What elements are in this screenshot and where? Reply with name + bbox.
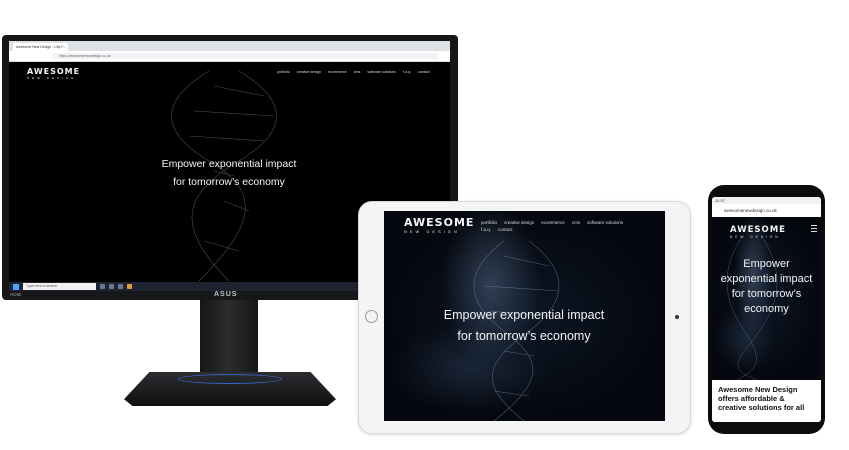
logo-subtitle: NEW DESIGN: [27, 76, 77, 80]
nav-item-portfolio[interactable]: portfolio: [481, 220, 497, 225]
edge-icon[interactable]: [109, 284, 114, 289]
site-logo[interactable]: AWESOME NEW DESIGN: [730, 225, 786, 239]
tablet-home-button[interactable]: [365, 310, 378, 323]
hero-headline: Empower exponential impact for tomorrow’…: [720, 258, 813, 315]
site-logo[interactable]: AWESOME NEW DESIGN: [27, 67, 80, 80]
monitor-base-light: [178, 374, 282, 384]
hero-line-1: Empower exponential impact: [161, 158, 297, 170]
windows-start-icon[interactable]: [13, 283, 19, 290]
site-nav: portfolio creative design ecommerce cms …: [277, 70, 430, 74]
nav-item-faq[interactable]: f.a.q.: [403, 70, 411, 74]
nav-item-contact[interactable]: contact: [498, 227, 513, 232]
phone-url-bar: awesomenewdesign.co.uk: [712, 204, 821, 218]
phone-intro-text: Awesome New Design offers affordable & c…: [712, 380, 821, 422]
hero-headline: Empower exponential impact for tomorrow’…: [424, 305, 624, 347]
nav-item-contact[interactable]: contact: [418, 70, 430, 74]
task-view-icon[interactable]: [100, 284, 105, 289]
tablet-camera: [675, 315, 679, 319]
monitor-brand-logo: ASUS: [214, 291, 238, 298]
site-nav: portfolio creative design ecommerce cms …: [481, 220, 631, 232]
nav-item-creative-design[interactable]: creative design: [297, 70, 321, 74]
nav-item-portfolio[interactable]: portfolio: [277, 70, 290, 74]
logo-subtitle: NEW DESIGN: [404, 229, 460, 234]
phone-status-bar: 11:37: [712, 197, 821, 204]
hamburger-menu-icon[interactable]: [811, 225, 817, 232]
hero-line-2: for tomorrow’s economy: [173, 176, 285, 188]
hero-line-1: Empower exponential impact: [443, 308, 605, 322]
logo-subtitle: NEW DESIGN: [730, 235, 781, 239]
nav-item-ecommerce[interactable]: ecommerce: [328, 70, 347, 74]
logo-wordmark: AWESOME: [27, 67, 81, 76]
nav-item-software-solutions[interactable]: software solutions: [367, 70, 396, 74]
hdmi-label: HDMI: [10, 292, 22, 297]
phone-screen: 11:37 awesomenewdesign.co.uk AWESOME NEW…: [712, 197, 821, 422]
logo-wordmark: AWESOME: [404, 216, 475, 229]
monitor-stand-neck: [200, 300, 258, 378]
nav-item-cms[interactable]: cms: [572, 220, 580, 225]
phone-address-input[interactable]: awesomenewdesign.co.uk: [716, 207, 794, 214]
tablet-screen: AWESOME NEW DESIGN portfolio creative de…: [384, 211, 665, 421]
logo-wordmark: AWESOME: [730, 225, 786, 235]
hero-line-2: for tomorrow’s economy: [457, 329, 591, 343]
taskbar-search[interactable]: Type here to search: [23, 283, 96, 290]
nav-item-faq[interactable]: f.a.q.: [481, 227, 491, 232]
nav-item-cms[interactable]: cms: [354, 70, 361, 74]
hero-headline: Empower exponential impact for tomorrow’…: [129, 155, 329, 191]
nav-item-software-solutions[interactable]: software solutions: [587, 220, 623, 225]
folder-icon[interactable]: [118, 284, 123, 289]
chrome-icon[interactable]: [127, 284, 132, 289]
nav-item-ecommerce[interactable]: ecommerce: [541, 220, 565, 225]
phone-site-view: AWESOME NEW DESIGN Empower exponential i…: [712, 217, 821, 380]
site-logo[interactable]: AWESOME NEW DESIGN: [404, 216, 474, 234]
nav-item-creative-design[interactable]: creative design: [504, 220, 534, 225]
